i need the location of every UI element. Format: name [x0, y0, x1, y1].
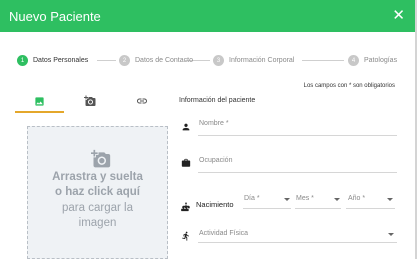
activity-placeholder: Actividad Física — [199, 230, 249, 237]
step-number: 1 — [17, 55, 28, 66]
occupation-placeholder: Ocupación — [199, 157, 233, 164]
person-icon — [181, 119, 191, 137]
birth-label: Nacimiento — [196, 200, 234, 209]
section-title: Información del paciente — [179, 97, 256, 104]
step-number: 4 — [348, 55, 359, 66]
name-placeholder: Nombre * — [199, 120, 229, 127]
field-underline — [346, 208, 395, 209]
step-label: Datos Personales — [33, 57, 89, 64]
image-dropzone[interactable]: Arrastra y suelta o haz click aquí para … — [27, 126, 168, 259]
day-placeholder: Día * — [244, 195, 260, 202]
step-label: Información Corporal — [229, 57, 295, 64]
field-underline — [295, 208, 341, 209]
step-number: 2 — [119, 55, 130, 66]
birthday-cake-icon — [181, 199, 191, 217]
step-patologias[interactable]: 4 Patologías — [348, 55, 397, 66]
dropzone-text: imagen — [78, 217, 117, 229]
image-icon[interactable] — [32, 94, 46, 108]
step-connector — [302, 60, 344, 61]
chevron-down-icon — [334, 198, 340, 201]
running-icon — [181, 228, 191, 246]
field-underline — [198, 172, 397, 173]
dropzone-text: para cargar la — [62, 202, 133, 214]
close-icon[interactable]: ✕ — [392, 7, 405, 25]
briefcase-icon — [181, 155, 191, 173]
stepper: 1 Datos Personales 2 Datos de Contacto 3… — [0, 53, 415, 71]
step-informacion-corporal[interactable]: 3 Información Corporal — [213, 55, 294, 66]
field-underline — [198, 135, 397, 136]
step-datos-contacto[interactable]: 2 Datos de Contacto — [119, 55, 193, 66]
step-datos-personales[interactable]: 1 Datos Personales — [17, 55, 88, 66]
step-connector — [97, 60, 116, 61]
step-label: Patologías — [364, 57, 398, 64]
chevron-down-icon — [387, 198, 393, 201]
chevron-down-icon — [388, 233, 394, 236]
new-patient-modal: Nuevo Paciente ✕ 1 Datos Personales 2 Da… — [0, 0, 415, 259]
photo-panel: Arrastra y suelta o haz click aquí para … — [14, 90, 168, 259]
modal-header: Nuevo Paciente ✕ — [0, 0, 415, 32]
chevron-down-icon — [284, 198, 290, 201]
modal-title: Nuevo Paciente — [9, 9, 101, 24]
month-placeholder: Mes * — [296, 195, 314, 202]
active-tab-indicator — [15, 111, 64, 113]
required-fields-note: Los campos con * son obligatorios — [303, 83, 395, 89]
dropzone-text: Arrastra y suelta — [52, 171, 143, 183]
field-underline — [198, 242, 397, 243]
camera-icon[interactable] — [83, 94, 97, 108]
link-icon[interactable] — [135, 94, 149, 108]
step-label: Datos de Contacto — [135, 57, 193, 64]
step-number: 3 — [213, 55, 224, 66]
field-underline — [243, 208, 291, 209]
photo-tabs — [14, 90, 168, 113]
dropzone-text: o haz click aquí — [55, 186, 140, 198]
year-placeholder: Año * — [348, 195, 366, 202]
